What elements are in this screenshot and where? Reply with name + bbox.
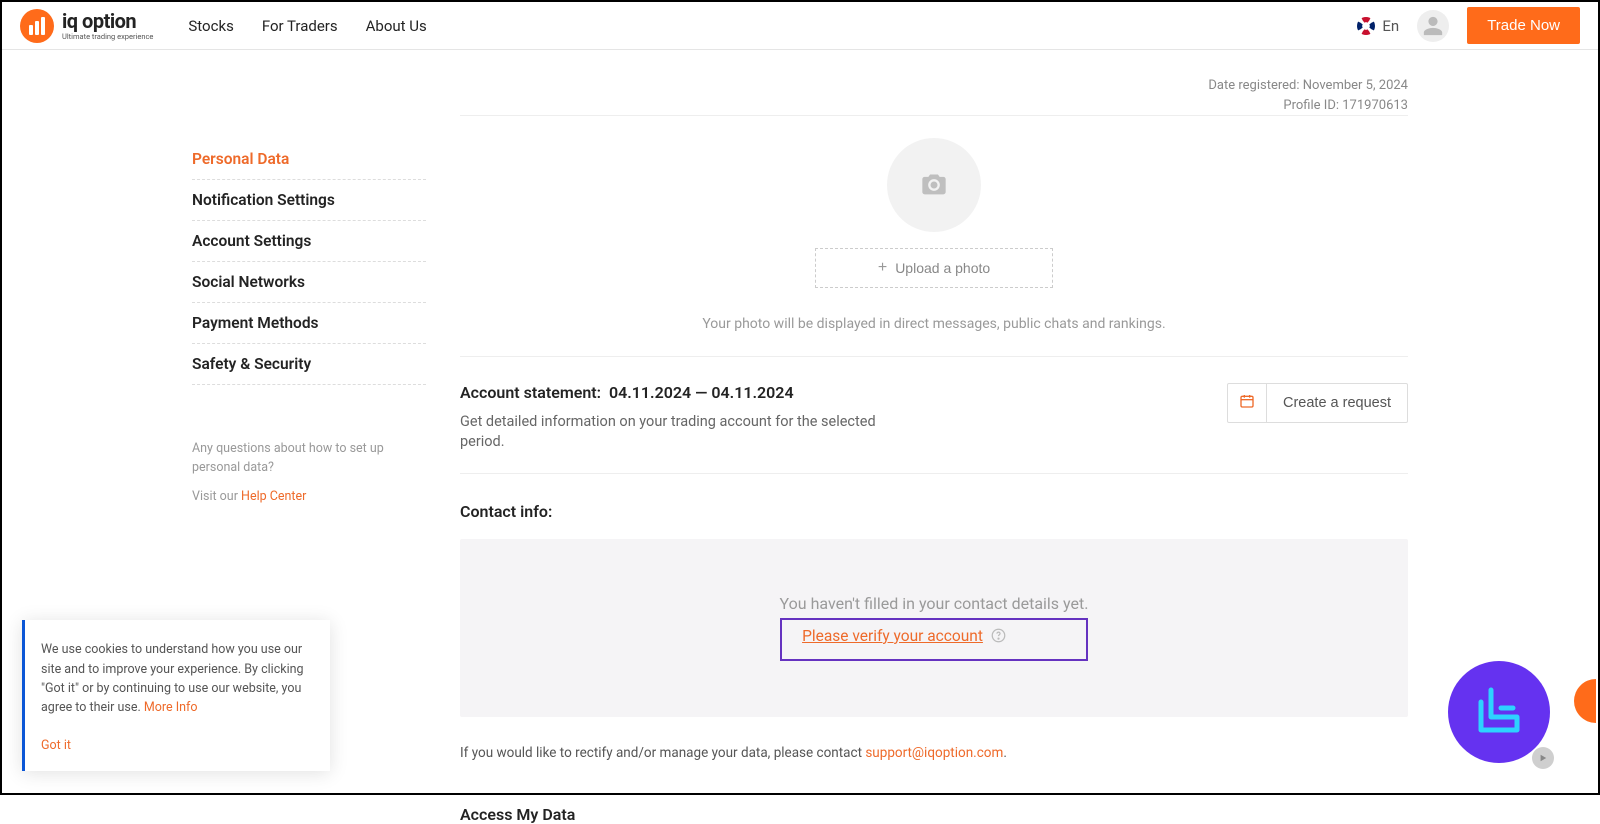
date-registered-value: November 5, 2024: [1303, 78, 1408, 93]
sidebar-item-personal-data[interactable]: Personal Data: [192, 150, 426, 180]
sidebar-item-payment-methods[interactable]: Payment Methods: [192, 303, 426, 344]
floating-badge[interactable]: [1448, 661, 1550, 763]
sidebar-item-safety-security[interactable]: Safety & Security: [192, 344, 426, 385]
play-icon: [1539, 754, 1547, 762]
statement-title: Account statement:: [460, 383, 601, 402]
language-label: En: [1382, 17, 1399, 35]
help-text: Any questions about how to set up person…: [192, 440, 426, 478]
camera-icon: [920, 171, 948, 199]
verify-account-wrapper: Please verify your account: [780, 618, 1088, 661]
profile-id-value: 171970613: [1342, 98, 1408, 113]
contact-info-box: You haven't filled in your contact detai…: [460, 539, 1408, 717]
nav-for-traders[interactable]: For Traders: [262, 17, 338, 35]
avatar[interactable]: [1417, 10, 1449, 42]
upload-label: Upload a photo: [895, 260, 990, 276]
language-selector[interactable]: En: [1357, 17, 1399, 35]
logo-tagline: Ultimate trading experience: [62, 33, 153, 41]
rectify-note: If you would like to rectify and/or mana…: [460, 745, 1408, 761]
photo-section: + Upload a photo Your photo will be disp…: [460, 138, 1408, 357]
logo-title: iq option: [62, 11, 153, 31]
header-right: En Trade Now: [1357, 7, 1580, 44]
cookie-banner: We use cookies to understand how you use…: [22, 620, 330, 771]
date-registered-label: Date registered:: [1208, 78, 1299, 93]
access-my-data-title: Access My Data: [460, 805, 1408, 824]
sidebar-item-account-settings[interactable]: Account Settings: [192, 221, 426, 262]
statement-description: Get detailed information on your trading…: [460, 412, 880, 453]
user-icon: [1422, 15, 1444, 37]
question-icon[interactable]: [991, 628, 1006, 643]
profile-id-label: Profile ID:: [1283, 98, 1339, 113]
profile-meta: Date registered: November 5, 2024 Profil…: [2, 50, 1598, 115]
support-email-link[interactable]: support@iqoption.com: [865, 745, 1003, 761]
help-center-link[interactable]: Help Center: [241, 489, 306, 504]
cookie-gotit-button[interactable]: Got it: [41, 736, 71, 755]
flag-icon: [1357, 17, 1375, 35]
contact-info-section: Contact info: You haven't filled in your…: [460, 474, 1408, 824]
top-nav: Stocks For Traders About Us: [188, 17, 426, 35]
upload-photo-button[interactable]: + Upload a photo: [815, 248, 1053, 288]
main-content: + Upload a photo Your photo will be disp…: [460, 115, 1408, 824]
nav-stocks[interactable]: Stocks: [188, 17, 233, 35]
nav-about-us[interactable]: About Us: [366, 17, 427, 35]
scroll-indicator[interactable]: [1532, 747, 1554, 769]
trade-now-button[interactable]: Trade Now: [1467, 7, 1580, 44]
cookie-more-info-link[interactable]: More Info: [144, 700, 198, 715]
logo[interactable]: iq option Ultimate trading experience: [20, 9, 153, 43]
create-request-label: Create a request: [1267, 395, 1407, 411]
calendar-icon: [1228, 384, 1267, 422]
help-block: Any questions about how to set up person…: [192, 440, 426, 506]
photo-placeholder[interactable]: [887, 138, 981, 232]
contact-info-title: Contact info:: [460, 502, 1408, 521]
create-request-button[interactable]: Create a request: [1227, 383, 1408, 423]
sidebar-item-social-networks[interactable]: Social Networks: [192, 262, 426, 303]
verify-account-link[interactable]: Please verify your account: [802, 627, 983, 645]
statement-date-range[interactable]: 04.11.2024 — 04.11.2024: [609, 383, 794, 402]
header-left: iq option Ultimate trading experience St…: [20, 9, 427, 43]
logo-icon: [20, 9, 54, 43]
side-nav: Personal Data Notification Settings Acco…: [192, 150, 426, 385]
sidebar-item-notification-settings[interactable]: Notification Settings: [192, 180, 426, 221]
top-header: iq option Ultimate trading experience St…: [2, 2, 1598, 50]
contact-not-filled: You haven't filled in your contact detai…: [480, 593, 1388, 615]
photo-note: Your photo will be displayed in direct m…: [460, 316, 1408, 332]
account-statement-section: Account statement: 04.11.2024 — 04.11.20…: [460, 357, 1408, 474]
badge-icon: [1469, 682, 1529, 742]
plus-icon: +: [878, 259, 887, 277]
visit-label: Visit our: [192, 489, 241, 504]
